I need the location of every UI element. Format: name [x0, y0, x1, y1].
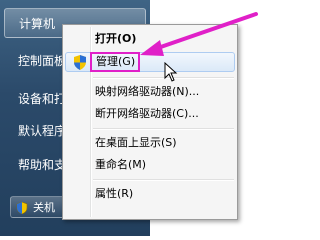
- menu-item-label: 在桌面上显示(S): [95, 136, 177, 149]
- uac-shield-icon: [74, 55, 86, 70]
- menu-item-label: 映射网络驱动器(N)...: [95, 85, 200, 98]
- menu-item-map-network-drive[interactable]: 映射网络驱动器(N)...: [65, 82, 235, 102]
- menu-item-properties[interactable]: 属性(R): [65, 184, 235, 204]
- menu-item-label: 属性(R): [95, 187, 134, 200]
- start-item-label: 帮助和支: [18, 158, 67, 172]
- start-item-label: 默认程序: [18, 124, 67, 138]
- menu-item-show-on-desktop[interactable]: 在桌面上显示(S): [65, 133, 235, 153]
- shutdown-label: 关机: [33, 201, 55, 214]
- menu-item-label: 断开网络驱动器(C)...: [95, 107, 199, 120]
- mouse-cursor-icon: [164, 62, 178, 82]
- shutdown-icon: [16, 202, 28, 214]
- menu-item-label: 重命名(M): [95, 158, 147, 171]
- annotation-arrow: [140, 12, 258, 56]
- shutdown-button[interactable]: 关机: [10, 196, 70, 218]
- start-item-label: 控制面板: [18, 54, 67, 68]
- start-item-label: 计算机: [19, 17, 56, 31]
- menu-separator: [93, 179, 234, 181]
- start-item-label: 设备和打: [18, 92, 67, 106]
- menu-item-disconnect-network-drive[interactable]: 断开网络驱动器(C)...: [65, 104, 235, 124]
- menu-separator: [93, 128, 234, 130]
- menu-item-rename[interactable]: 重命名(M): [65, 155, 235, 175]
